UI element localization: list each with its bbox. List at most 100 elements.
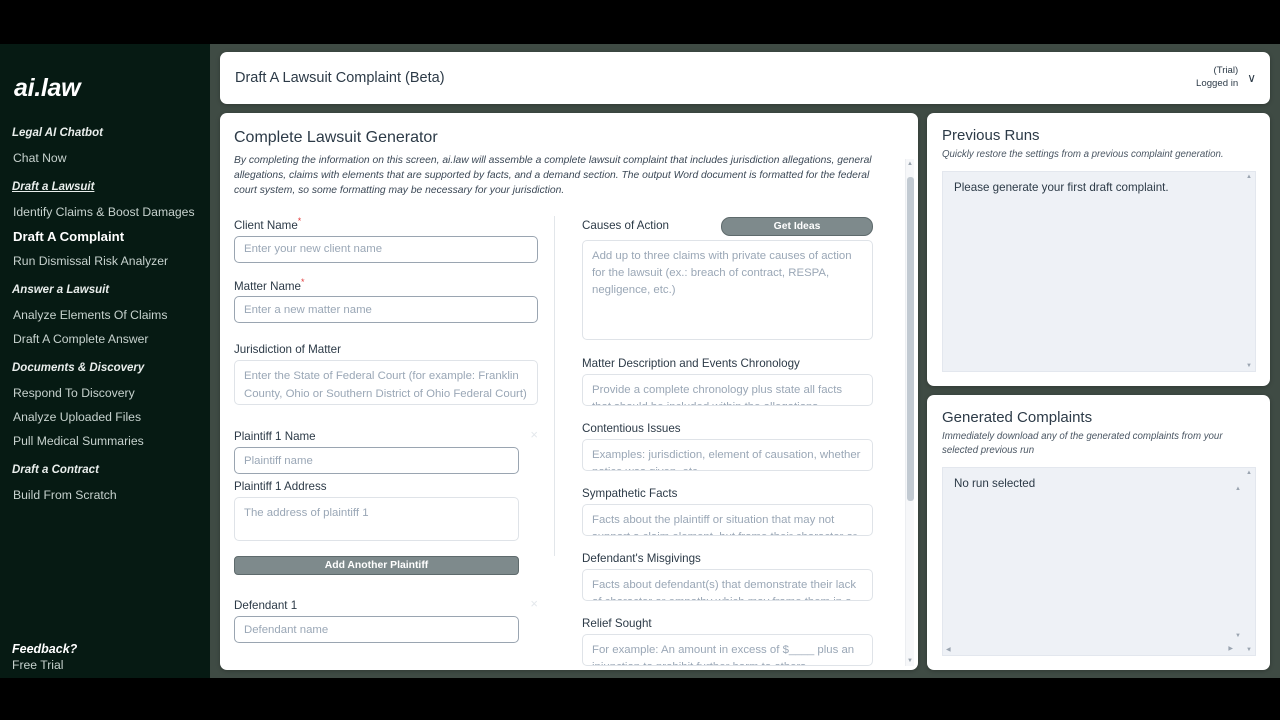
remove-defendant-icon[interactable]: × bbox=[530, 597, 538, 610]
field-relief-sought: Relief Sought bbox=[582, 617, 873, 670]
sidebar-item-analyze-uploaded-files[interactable]: Analyze Uploaded Files bbox=[0, 405, 210, 429]
nav-heading: Answer a Lawsuit bbox=[12, 284, 110, 296]
defendant-misgivings-input[interactable] bbox=[582, 568, 873, 601]
sidebar-item-draft-complete-answer[interactable]: Draft A Complete Answer bbox=[0, 327, 210, 351]
field-contentious-issues: Contentious Issues bbox=[582, 422, 873, 476]
nav-heading: Legal AI Chatbot bbox=[12, 127, 103, 139]
contentious-issues-input[interactable] bbox=[582, 438, 873, 471]
field-jurisdiction: Jurisdiction of Matter bbox=[234, 343, 538, 410]
scroll-down-icon[interactable]: ▼ bbox=[1246, 363, 1252, 369]
defendant-name-input[interactable] bbox=[234, 616, 519, 644]
nav-heading: Draft a Contract bbox=[12, 464, 99, 476]
chronology-label: Matter Description and Events Chronology bbox=[582, 356, 800, 370]
login-status: Logged in bbox=[1196, 78, 1239, 89]
form-columns: Client Name* Matter Name* Jurisdiction o… bbox=[234, 215, 900, 670]
content-row: Complete Lawsuit Generator By completing… bbox=[220, 113, 1270, 670]
remove-plaintiff-icon[interactable]: × bbox=[530, 428, 538, 441]
causes-of-action-label: Causes of Action bbox=[582, 219, 670, 233]
previous-runs-title: Previous Runs bbox=[942, 127, 1040, 144]
sidebar: ai.law Legal AI Chatbot Chat Now Draft a… bbox=[0, 44, 210, 678]
sidebar-item-respond-to-discovery[interactable]: Respond To Discovery bbox=[0, 381, 210, 405]
add-another-plaintiff-button[interactable]: Add Another Plaintiff bbox=[234, 556, 519, 576]
client-name-input[interactable] bbox=[234, 235, 538, 263]
jurisdiction-input[interactable] bbox=[234, 360, 538, 406]
matter-name-input[interactable] bbox=[234, 296, 538, 324]
jurisdiction-label: Jurisdiction of Matter bbox=[234, 343, 341, 357]
page-header: Draft A Lawsuit Complaint (Beta) (Trial)… bbox=[220, 52, 1270, 104]
form-title: Complete Lawsuit Generator bbox=[234, 129, 438, 146]
scrollbar-thumb[interactable] bbox=[907, 177, 914, 501]
nav-heading: Documents & Discovery bbox=[12, 362, 145, 374]
scroll-down-inner-icon[interactable]: ▼ bbox=[1235, 633, 1241, 639]
scroll-up-icon[interactable]: ▲ bbox=[1246, 470, 1252, 476]
relief-sought-input[interactable] bbox=[582, 633, 873, 666]
scroll-left-icon[interactable]: ◀ bbox=[946, 646, 951, 653]
field-matter-chronology: Matter Description and Events Chronology bbox=[582, 357, 873, 411]
field-plaintiff-name: Plaintiff 1 Name × bbox=[234, 428, 538, 475]
form-column-left: Client Name* Matter Name* Jurisdiction o… bbox=[234, 216, 554, 670]
field-causes-of-action: Causes of Action Get Ideas bbox=[582, 216, 873, 345]
nav-group-draft-a-contract: Draft a Contract Build From Scratch bbox=[0, 464, 210, 507]
plan-label: (Trial) bbox=[1213, 65, 1239, 77]
plaintiff-name-input[interactable] bbox=[234, 447, 519, 475]
generated-complaints-subtitle: Immediately download any of the generate… bbox=[942, 431, 1223, 456]
nav-group-draft-a-lawsuit: Draft a Lawsuit Identify Claims & Boost … bbox=[0, 181, 210, 273]
matter-name-label: Matter Name* bbox=[234, 276, 305, 293]
nav-group-answer-a-lawsuit: Answer a Lawsuit Analyze Elements Of Cla… bbox=[0, 284, 210, 351]
sidebar-item-pull-medical-summaries[interactable]: Pull Medical Summaries bbox=[0, 429, 210, 453]
scroll-up-inner-icon[interactable]: ▲ bbox=[1235, 486, 1241, 492]
sidebar-item-identify-claims[interactable]: Identify Claims & Boost Damages bbox=[0, 200, 210, 224]
account-area[interactable]: (Trial) Logged in ∨ bbox=[1196, 65, 1256, 91]
right-rail: Previous Runs Quickly restore the settin… bbox=[927, 113, 1270, 670]
defendant-label: Defendant 1 bbox=[234, 599, 298, 613]
sidebar-item-chat-now[interactable]: Chat Now bbox=[0, 146, 210, 170]
contentious-issues-label: Contentious Issues bbox=[582, 421, 681, 435]
causes-of-action-input[interactable] bbox=[582, 239, 873, 340]
previous-runs-panel: Previous Runs Quickly restore the settin… bbox=[927, 113, 1270, 386]
account-status: (Trial) Logged in bbox=[1196, 65, 1238, 91]
scroll-down-icon[interactable]: ▼ bbox=[1246, 647, 1252, 653]
scroll-down-icon[interactable]: ▼ bbox=[907, 658, 913, 664]
defendant-misgivings-label: Defendant's Misgivings bbox=[582, 551, 701, 565]
plaintiff-name-label: Plaintiff 1 Name bbox=[234, 430, 316, 444]
sidebar-item-build-from-scratch[interactable]: Build From Scratch bbox=[0, 483, 210, 507]
required-marker: * bbox=[297, 215, 302, 226]
generated-complaints-panel: Generated Complaints Immediately downloa… bbox=[927, 395, 1270, 670]
plaintiff-address-input[interactable] bbox=[234, 497, 519, 542]
generated-complaints-message: No run selected bbox=[954, 476, 1036, 490]
app-screen: ai.law Legal AI Chatbot Chat Now Draft a… bbox=[0, 44, 1280, 678]
sidebar-footer: Feedback? Free Trial bbox=[0, 642, 210, 672]
field-sympathetic-facts: Sympathetic Facts bbox=[582, 487, 873, 541]
feedback-label: Feedback? bbox=[12, 642, 78, 656]
scroll-right-icon[interactable]: ▶ bbox=[1228, 645, 1233, 652]
get-ideas-wrap: Get Ideas bbox=[721, 216, 873, 236]
relief-sought-label: Relief Sought bbox=[582, 616, 652, 630]
generated-complaints-list[interactable]: No run selected ▲ ▼ ▲ ▼ ◀ ▶ bbox=[942, 466, 1256, 656]
field-plaintiff-address: Plaintiff 1 Address bbox=[234, 480, 538, 546]
required-marker: * bbox=[301, 276, 305, 287]
chevron-down-icon[interactable]: ∨ bbox=[1247, 71, 1256, 85]
previous-runs-list[interactable]: Please generate your first draft complai… bbox=[942, 170, 1256, 372]
chronology-input[interactable] bbox=[582, 373, 873, 406]
sidebar-item-analyze-elements[interactable]: Analyze Elements Of Claims bbox=[0, 303, 210, 327]
free-trial-link[interactable]: Free Trial bbox=[0, 658, 210, 672]
lawsuit-generator-card: Complete Lawsuit Generator By completing… bbox=[220, 113, 918, 670]
previous-runs-message: Please generate your first draft complai… bbox=[954, 180, 1169, 194]
field-matter-name: Matter Name* bbox=[234, 277, 538, 324]
form-scrollbar[interactable]: ▲ ▼ bbox=[905, 159, 914, 666]
page-title: Draft A Lawsuit Complaint (Beta) bbox=[235, 70, 445, 86]
form-description: By completing the information on this sc… bbox=[234, 155, 872, 196]
workspace: Draft A Lawsuit Complaint (Beta) (Trial)… bbox=[210, 44, 1280, 678]
field-client-name: Client Name* bbox=[234, 216, 538, 263]
client-name-label: Client Name* bbox=[234, 215, 302, 232]
sidebar-item-draft-a-complaint[interactable]: Draft A Complaint bbox=[0, 224, 210, 249]
scroll-up-icon[interactable]: ▲ bbox=[1246, 174, 1252, 180]
sympathetic-facts-input[interactable] bbox=[582, 503, 873, 536]
scroll-up-icon[interactable]: ▲ bbox=[907, 161, 913, 167]
app-logo: ai.law bbox=[14, 74, 81, 102]
sidebar-item-dismissal-risk-analyzer[interactable]: Run Dismissal Risk Analyzer bbox=[0, 249, 210, 273]
field-defendant-name: Defendant 1 × bbox=[234, 597, 538, 644]
field-defendant-misgivings: Defendant's Misgivings bbox=[582, 552, 873, 606]
plaintiff-address-label: Plaintiff 1 Address bbox=[234, 480, 327, 494]
get-ideas-button[interactable]: Get Ideas bbox=[721, 216, 873, 236]
